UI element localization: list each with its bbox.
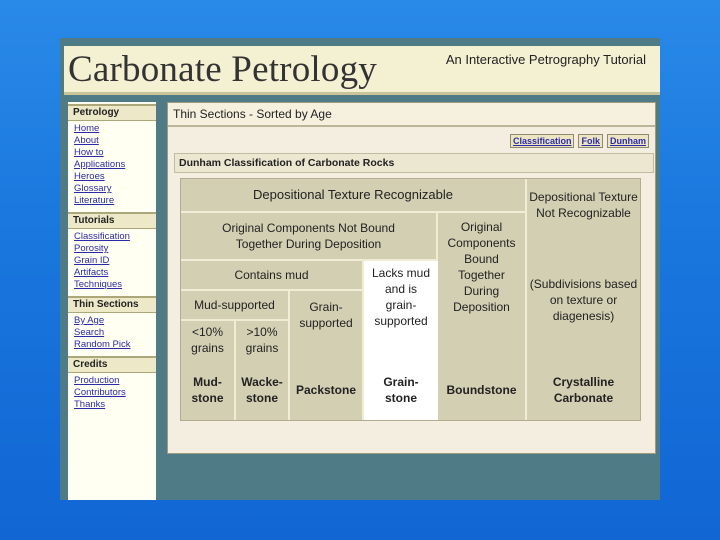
nav-link-search[interactable]: Search (74, 327, 156, 339)
panel-title: Dunham Classification of Carbonate Rocks (174, 153, 654, 173)
tab-folk[interactable]: Folk (578, 134, 603, 148)
nav-link-thanks[interactable]: Thanks (74, 399, 156, 411)
nav-heading-tutorials: Tutorials (68, 212, 156, 229)
cell-bound: Original Components Bound Together Durin… (438, 213, 527, 359)
nav-link-home[interactable]: Home (74, 123, 156, 135)
classification-tabs: Classification Folk Dunham (509, 134, 649, 148)
site-header: Carbonate Petrology An Interactive Petro… (64, 46, 660, 95)
main-content: Thin Sections - Sorted by Age Classifica… (167, 102, 656, 454)
tab-classification[interactable]: Classification (509, 134, 575, 148)
nav-link-random-pick[interactable]: Random Pick (74, 339, 156, 351)
dunham-classification-table: Depositional Texture Recognizable Origin… (180, 178, 641, 421)
nav-heading-petrology: Petrology (68, 104, 156, 121)
cell-lt10-grains: <10% grains (181, 321, 236, 359)
nav-link-how-to[interactable]: How to (74, 147, 156, 159)
nav-link-by-age[interactable]: By Age (74, 315, 156, 327)
tab-dunham[interactable]: Dunham (607, 134, 649, 148)
cell-grainstone: Grain-stone (364, 359, 438, 420)
nav-list-tutorials: Classification Porosity Grain ID Artifac… (68, 231, 156, 291)
nav-link-porosity[interactable]: Porosity (74, 243, 156, 255)
nav-list-thin-sections: By Age Search Random Pick (68, 315, 156, 351)
cell-packstone: Packstone (290, 359, 364, 420)
cell-depositional-texture: Depositional Texture Recognizable (181, 179, 527, 213)
nav-link-techniques[interactable]: Techniques (74, 279, 156, 291)
lacks-mud-text: Lacks mud and is grain-supported (371, 266, 431, 328)
page-title: Thin Sections - Sorted by Age (168, 103, 655, 127)
cell-not-recognizable: Depositional Texture Not Recognizable (529, 190, 638, 220)
nav-link-production[interactable]: Production (74, 375, 156, 387)
nav-link-glossary[interactable]: Glossary (74, 183, 156, 195)
nav-link-literature[interactable]: Literature (74, 195, 156, 207)
cell-gt10-grains: >10% grains (236, 321, 290, 359)
nav-heading-thin-sections: Thin Sections (68, 296, 156, 313)
cell-grain-supported: Grain-supported (290, 291, 364, 359)
cell-mudstone: Mud-stone (181, 359, 236, 420)
nav-link-contributors[interactable]: Contributors (74, 387, 156, 399)
site-subtitle: An Interactive Petrography Tutorial (445, 52, 646, 67)
nav-link-applications[interactable]: Applications (74, 159, 156, 171)
cell-boundstone: Boundstone (438, 359, 527, 420)
cell-crystalline: Crystalline Carbonate (552, 374, 615, 405)
nav-link-about[interactable]: About (74, 135, 156, 147)
nav-link-artifacts[interactable]: Artifacts (74, 267, 156, 279)
nav-heading-credits: Credits (68, 356, 156, 373)
nav-link-grain-id[interactable]: Grain ID (74, 255, 156, 267)
sidebar-nav: Petrology Home About How to Applications… (68, 102, 156, 500)
cell-contains-mud: Contains mud (181, 261, 364, 291)
nav-list-credits: Production Contributors Thanks (68, 375, 156, 411)
cell-wackestone: Wacke-stone (236, 359, 290, 420)
nav-list-petrology: Home About How to Applications Heroes Gl… (68, 123, 156, 207)
cell-not-bound: Original Components Not Bound Together D… (181, 213, 438, 261)
site-title: Carbonate Petrology (68, 49, 377, 90)
cell-subdivisions: (Subdivisions based on texture or diagen… (529, 277, 638, 323)
cell-mud-supported: Mud-supported (181, 291, 290, 321)
nav-link-heroes[interactable]: Heroes (74, 171, 156, 183)
nav-link-classification[interactable]: Classification (74, 231, 156, 243)
